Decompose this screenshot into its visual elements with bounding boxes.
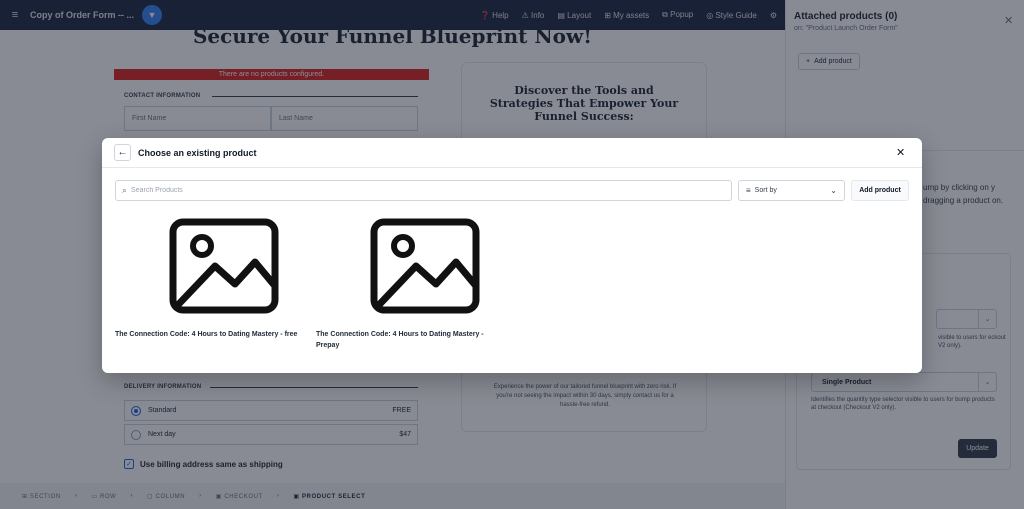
chevron-down-icon: ⌄ (830, 186, 837, 195)
sort-by-select[interactable]: ≡ Sort by ⌄ (738, 180, 845, 201)
product-card[interactable]: The Connection Code: 4 Hours to Dating M… (316, 218, 506, 351)
close-icon[interactable]: ✕ (896, 146, 905, 159)
product-search[interactable]: ⌕ (115, 180, 732, 201)
modal-title: Choose an existing product (138, 148, 257, 158)
sort-icon: ≡ (746, 186, 751, 195)
search-input[interactable] (131, 187, 712, 194)
add-product-button[interactable]: Add product (851, 180, 909, 201)
product-name: The Connection Code: 4 Hours to Dating M… (316, 331, 484, 349)
product-name: The Connection Code: 4 Hours to Dating M… (115, 331, 298, 338)
product-card[interactable]: The Connection Code: 4 Hours to Dating M… (115, 218, 305, 340)
image-placeholder-icon (370, 218, 480, 314)
search-icon: ⌕ (122, 185, 128, 195)
back-arrow-icon[interactable]: ← (114, 144, 131, 161)
choose-product-modal: ← Choose an existing product ✕ ⌕ ≡ Sort … (102, 138, 922, 373)
image-placeholder-icon (169, 218, 279, 314)
